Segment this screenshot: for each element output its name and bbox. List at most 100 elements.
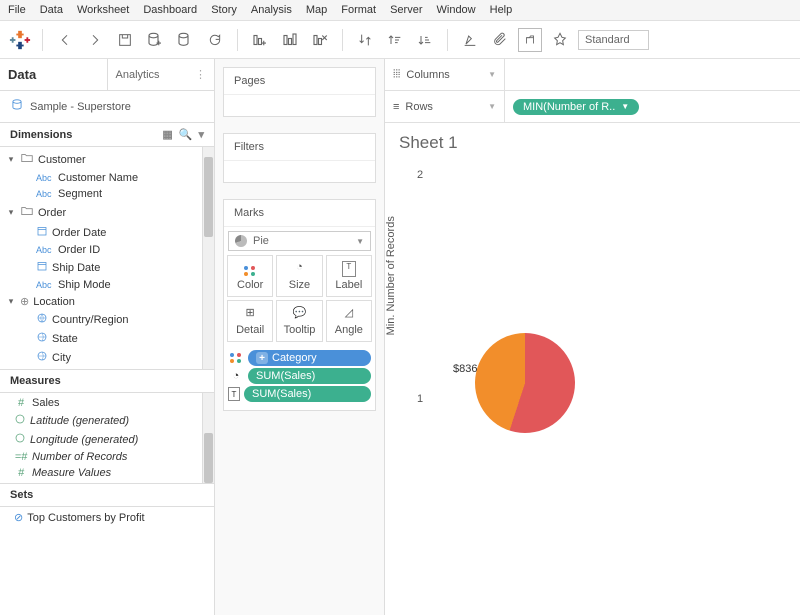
field-longitude[interactable]: Longitude (generated)	[0, 430, 214, 449]
save-button[interactable]	[113, 28, 137, 52]
new-sheet-button[interactable]	[248, 28, 272, 52]
globe-icon	[14, 432, 26, 447]
mark-detail[interactable]: ⊞Detail	[227, 300, 273, 342]
field-ship-mode[interactable]: AbcShip Mode	[0, 277, 214, 293]
refresh-button[interactable]	[173, 28, 197, 52]
view-canvas: ⦙⦙⦙Columns▼ ≡Rows▼ MIN(Number of R..▼ Sh…	[385, 59, 800, 615]
mark-angle[interactable]: ◿Angle	[326, 300, 372, 342]
field-num-records[interactable]: =#Number of Records	[0, 449, 214, 465]
pill-sum-sales-label[interactable]: TSUM(Sales)	[228, 386, 371, 402]
tab-analytics[interactable]: Analytics⋮	[107, 59, 215, 90]
clear-button[interactable]	[308, 28, 332, 52]
pages-card[interactable]: Pages	[223, 67, 376, 117]
field-order-date[interactable]: Order Date	[0, 223, 214, 242]
tooltip-icon: 💬	[279, 306, 319, 322]
fit-mode-select[interactable]: Standard	[578, 30, 649, 50]
back-button[interactable]	[53, 28, 77, 52]
field-segment[interactable]: AbcSegment	[0, 186, 214, 202]
field-city[interactable]: City	[0, 348, 214, 367]
mark-tooltip[interactable]: 💬Tooltip	[276, 300, 322, 342]
field-customer-name[interactable]: AbcCustomer Name	[0, 170, 214, 186]
data-pane: Data Analytics⋮ Sample - Superstore Dime…	[0, 59, 215, 615]
search-icon[interactable]: 🔍	[179, 128, 193, 141]
globe-icon	[36, 331, 48, 346]
color-icon	[244, 266, 256, 276]
columns-icon: ⦙⦙⦙	[393, 68, 400, 81]
scrollbar[interactable]	[202, 393, 214, 483]
autoupdate-button[interactable]	[203, 28, 227, 52]
pie-icon	[235, 235, 247, 247]
swap-button[interactable]	[353, 28, 377, 52]
menu-bar[interactable]: File Data Worksheet Dashboard Story Anal…	[0, 0, 800, 21]
label-icon: T	[228, 387, 240, 401]
folder-order[interactable]: ▾Order	[0, 202, 214, 223]
cards-column: Pages Filters Marks Pie▼ Color ◔Size TLa…	[215, 59, 385, 615]
size-icon: ◔	[228, 369, 244, 383]
color-icon	[230, 353, 242, 363]
chart-area[interactable]: Min. Number of Records 2 1 $836,154	[385, 163, 800, 615]
menu-help[interactable]: Help	[490, 4, 513, 16]
toolbar: Standard	[0, 21, 800, 59]
pill-sum-sales-size[interactable]: ◔SUM(Sales)	[228, 368, 371, 384]
forward-button[interactable]	[83, 28, 107, 52]
label-toggle-button[interactable]	[518, 28, 542, 52]
field-ship-date[interactable]: Ship Date	[0, 258, 214, 277]
menu-dashboard[interactable]: Dashboard	[143, 4, 197, 16]
columns-shelf[interactable]: ⦙⦙⦙Columns▼	[385, 59, 800, 91]
menu-server[interactable]: Server	[390, 4, 422, 16]
y-axis-label: Min. Number of Records	[385, 216, 397, 335]
folder-location[interactable]: ▾⊕Location	[0, 293, 214, 310]
scrollbar[interactable]	[202, 147, 214, 369]
sheet-title[interactable]: Sheet 1	[385, 123, 800, 163]
duplicate-button[interactable]	[278, 28, 302, 52]
globe-icon	[36, 312, 48, 327]
marks-card: Marks Pie▼ Color ◔Size TLabel ⊞Detail 💬T…	[223, 199, 376, 411]
view-toggle-icon[interactable]: ▦	[162, 128, 172, 141]
separator	[342, 29, 343, 51]
pill-category[interactable]: +Category	[228, 350, 371, 366]
attach-button[interactable]	[488, 28, 512, 52]
folder-icon	[20, 151, 34, 168]
pin-button[interactable]	[548, 28, 572, 52]
dimensions-tree: ▾Customer AbcCustomer Name AbcSegment ▾O…	[0, 147, 214, 369]
rows-shelf[interactable]: ≡Rows▼ MIN(Number of R..▼	[385, 91, 800, 123]
y-tick: 2	[417, 169, 423, 181]
menu-icon[interactable]: ▾	[198, 128, 204, 141]
field-order-id[interactable]: AbcOrder ID	[0, 242, 214, 258]
menu-file[interactable]: File	[8, 4, 26, 16]
sort-asc-button[interactable]	[383, 28, 407, 52]
datasource-item[interactable]: Sample - Superstore	[0, 91, 214, 122]
menu-data[interactable]: Data	[40, 4, 63, 16]
y-tick: 1	[417, 393, 423, 405]
mark-color[interactable]: Color	[227, 255, 273, 297]
tab-data[interactable]: Data	[0, 59, 107, 90]
pie-chart[interactable]	[475, 333, 575, 433]
field-state[interactable]: State	[0, 329, 214, 348]
rows-pill[interactable]: MIN(Number of R..▼	[513, 99, 639, 115]
measures-tree: #Sales Latitude (generated) Longitude (g…	[0, 393, 214, 483]
menu-analysis[interactable]: Analysis	[251, 4, 292, 16]
mark-type-select[interactable]: Pie▼	[228, 231, 371, 251]
field-sales[interactable]: #Sales	[0, 395, 214, 411]
tableau-logo-icon[interactable]	[8, 28, 32, 52]
mark-size[interactable]: ◔Size	[276, 255, 322, 297]
menu-worksheet[interactable]: Worksheet	[77, 4, 129, 16]
sort-desc-button[interactable]	[413, 28, 437, 52]
menu-story[interactable]: Story	[211, 4, 237, 16]
separator	[237, 29, 238, 51]
field-country[interactable]: Country/Region	[0, 310, 214, 329]
date-icon	[36, 260, 48, 275]
menu-format[interactable]: Format	[341, 4, 376, 16]
field-latitude[interactable]: Latitude (generated)	[0, 411, 214, 430]
datasource-icon	[10, 98, 24, 115]
filters-card[interactable]: Filters	[223, 133, 376, 183]
folder-customer[interactable]: ▾Customer	[0, 149, 214, 170]
separator	[447, 29, 448, 51]
field-top-customers[interactable]: ⊘Top Customers by Profit	[0, 509, 214, 526]
highlight-button[interactable]	[458, 28, 482, 52]
mark-label[interactable]: TLabel	[326, 255, 372, 297]
menu-map[interactable]: Map	[306, 4, 327, 16]
new-datasource-button[interactable]	[143, 28, 167, 52]
menu-window[interactable]: Window	[437, 4, 476, 16]
field-measure-values[interactable]: #Measure Values	[0, 465, 214, 481]
